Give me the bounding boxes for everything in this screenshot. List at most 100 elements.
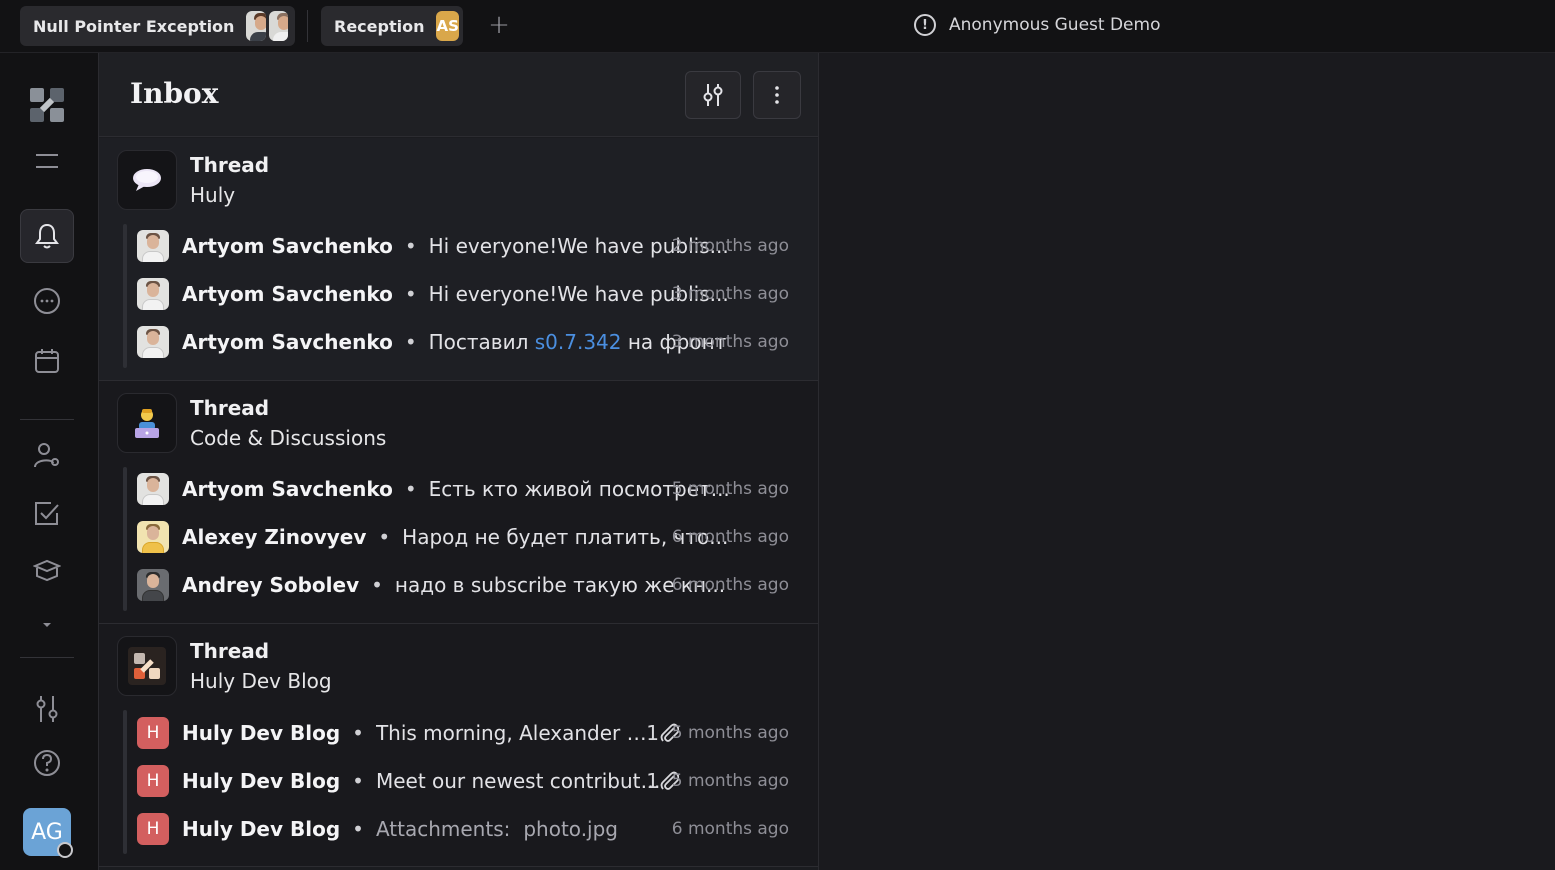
logo-icon[interactable] — [20, 78, 74, 132]
developer-icon — [135, 409, 159, 438]
attachment-filename[interactable]: photo.jpg — [523, 817, 618, 841]
thread-channel: Code & Discussions — [190, 426, 387, 450]
rail-divider — [20, 657, 74, 658]
thread-line — [123, 224, 127, 368]
user-avatar[interactable]: AG — [23, 808, 73, 858]
timestamp: 5 months ago — [671, 771, 789, 791]
list-item[interactable]: H Huly Dev Blog • Attachments: photo.jpg… — [137, 812, 797, 846]
attachments-label: Attachments: — [375, 817, 511, 841]
huly-logo-icon — [128, 647, 166, 685]
bell-icon[interactable] — [20, 209, 74, 263]
thread-icon — [117, 393, 177, 453]
thread-icon — [117, 150, 177, 210]
separator-dot: • — [404, 477, 417, 501]
thread-channel: Huly Dev Blog — [190, 669, 332, 693]
separator-dot: • — [352, 721, 364, 745]
top-bar: Null Pointer Exception Reception AS + ! … — [0, 0, 1555, 53]
calendar-icon[interactable] — [20, 334, 74, 388]
thread-line — [123, 467, 127, 611]
version-link[interactable]: s0.7.342 — [535, 330, 622, 354]
timestamp: 2 months ago — [671, 236, 789, 256]
contacts-icon[interactable] — [20, 428, 74, 482]
list-item[interactable]: H Huly Dev Blog • This morning, Alexande… — [137, 716, 797, 750]
filter-button[interactable] — [685, 71, 741, 119]
page-title: Inbox — [130, 77, 219, 110]
nav-rail: AG — [0, 53, 98, 870]
sender-name: Artyom Savchenko — [182, 477, 393, 501]
sender-name: Artyom Savchenko — [182, 330, 393, 354]
message-preview: This morning, Alexander On... — [375, 721, 656, 745]
attachment-number: 1 — [646, 721, 659, 745]
guest-banner: ! Anonymous Guest Demo — [914, 14, 1160, 36]
list-item[interactable]: Artyom Savchenko • Hi everyone!We have p… — [137, 229, 797, 263]
help-icon[interactable] — [20, 736, 74, 790]
caret-down-icon[interactable] — [20, 598, 74, 652]
sender-name: Artyom Savchenko — [182, 282, 393, 306]
timestamp: 6 months ago — [671, 575, 789, 595]
more-options-button[interactable] — [753, 71, 801, 119]
thread-title: Thread — [190, 396, 270, 420]
timestamp: 5 months ago — [671, 479, 789, 499]
separator-dot: • — [371, 573, 383, 597]
message-preview: Meet our newest contributor... — [375, 769, 661, 793]
avatar-badge: AS — [436, 11, 459, 41]
sender-name: Artyom Savchenko — [182, 234, 393, 258]
sender-name: Huly Dev Blog — [182, 721, 341, 745]
tab-null-pointer-exception[interactable]: Null Pointer Exception — [20, 6, 295, 46]
avatar: H — [137, 813, 169, 845]
thread-group[interactable]: Thread Code & Discussions Artyom Savchen… — [99, 381, 818, 624]
sender-name: Andrey Sobolev — [182, 573, 360, 597]
avatar — [268, 11, 288, 41]
separator-dot: • — [404, 234, 417, 258]
tab-label: Null Pointer Exception — [33, 16, 235, 36]
timestamp: 3 months ago — [671, 284, 789, 304]
thread-line — [123, 710, 127, 854]
thread-title: Thread — [190, 153, 270, 177]
avatar — [246, 11, 266, 41]
sender-name: Alexey Zinovyev — [182, 525, 367, 549]
timestamp: 6 months ago — [671, 527, 789, 547]
inbox-header: Inbox — [99, 53, 818, 137]
thread-title: Thread — [190, 639, 270, 663]
avatar — [137, 278, 169, 310]
menu-icon[interactable] — [20, 134, 74, 188]
list-item[interactable]: Artyom Savchenko • Поставил s0.7.342 на … — [137, 325, 797, 359]
list-item[interactable]: Artyom Savchenko • Есть кто живой посмот… — [137, 472, 797, 506]
sliders-icon — [703, 84, 723, 106]
list-item[interactable]: H Huly Dev Blog • Meet our newest contri… — [137, 764, 797, 798]
sliders-icon[interactable] — [20, 682, 74, 736]
box-icon[interactable] — [20, 543, 74, 597]
thread-group[interactable]: Thread Huly Artyom Savchenko • Hi everyo… — [99, 138, 818, 381]
timestamp: 5 months ago — [671, 723, 789, 743]
list-item[interactable]: Alexey Zinovyev • Народ не будет платить… — [137, 520, 797, 554]
separator-dot: • — [404, 330, 417, 354]
timestamp: 3 months ago — [671, 332, 789, 352]
info-icon: ! — [914, 14, 936, 36]
tab-label: Reception — [334, 16, 425, 36]
chat-icon[interactable] — [20, 274, 74, 328]
thread-group[interactable]: Thread Huly Dev Blog H Huly Dev Blog • T… — [99, 624, 818, 867]
user-initials: AG — [31, 819, 63, 845]
inbox-panel: Inbox Thread Huly Artyom Savchenko • Hi … — [98, 53, 819, 870]
avatar — [137, 569, 169, 601]
timestamp: 6 months ago — [671, 819, 789, 839]
list-item[interactable]: Andrey Sobolev • надо в subscribe такую … — [137, 568, 797, 602]
separator-dot: • — [352, 769, 364, 793]
separator-dot: • — [378, 525, 391, 549]
avatar — [137, 326, 169, 358]
tab-reception[interactable]: Reception AS — [321, 6, 463, 46]
add-tab-button[interactable]: + — [486, 12, 512, 40]
message-text: Поставил — [428, 330, 535, 354]
avatar — [137, 230, 169, 262]
attachment-number: 1 — [646, 769, 659, 793]
speech-bubble-icon — [133, 169, 161, 191]
sender-name: Huly Dev Blog — [182, 769, 341, 793]
sender-name: Huly Dev Blog — [182, 817, 341, 841]
avatar: H — [137, 765, 169, 797]
guest-label: Anonymous Guest Demo — [949, 15, 1161, 35]
checkbox-icon[interactable] — [20, 487, 74, 541]
avatar — [137, 473, 169, 505]
content-area — [819, 53, 1555, 870]
separator-dot: • — [352, 817, 364, 841]
list-item[interactable]: Artyom Savchenko • Hi everyone!We have p… — [137, 277, 797, 311]
